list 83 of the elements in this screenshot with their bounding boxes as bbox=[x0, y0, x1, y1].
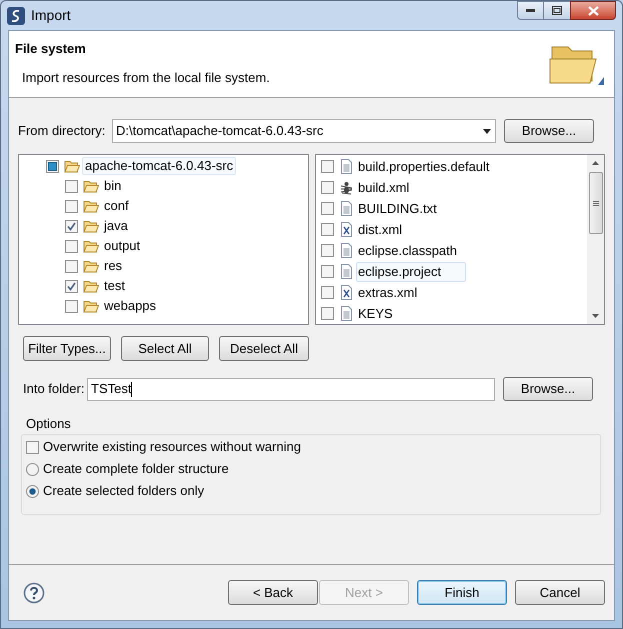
file-item[interactable]: dist.xml bbox=[356, 220, 404, 240]
maximize-icon bbox=[552, 6, 562, 15]
checkbox[interactable] bbox=[321, 244, 334, 257]
maximize-button[interactable] bbox=[544, 1, 570, 20]
action-button[interactable]: Filter Types... bbox=[23, 336, 111, 361]
checkbox[interactable] bbox=[65, 280, 78, 292]
document-icon bbox=[340, 264, 353, 279]
tree-item[interactable]: output bbox=[101, 237, 144, 255]
action-button[interactable]: Deselect All bbox=[219, 336, 309, 361]
dialog-button[interactable]: Cancel bbox=[515, 580, 605, 605]
scroll-up-icon[interactable] bbox=[592, 161, 599, 165]
file-item[interactable]: KEYS bbox=[356, 304, 394, 324]
window-title: Import bbox=[31, 6, 71, 25]
folder-icon bbox=[83, 180, 99, 192]
file-item[interactable]: build.properties.default bbox=[356, 156, 491, 176]
minimize-button[interactable] bbox=[517, 1, 544, 20]
option-label[interactable]: Create selected folders only bbox=[43, 481, 204, 501]
folder-icon bbox=[83, 300, 99, 312]
file-item[interactable]: eclipse.project bbox=[356, 262, 466, 282]
folder-icon bbox=[83, 260, 99, 272]
tree-item[interactable]: java bbox=[101, 217, 131, 235]
checkbox[interactable] bbox=[65, 180, 78, 192]
tree-item[interactable]: res bbox=[101, 257, 126, 275]
option-label[interactable]: Overwrite existing resources without warning bbox=[43, 437, 301, 457]
close-icon bbox=[588, 6, 598, 16]
checkbox[interactable] bbox=[65, 300, 78, 312]
checkbox[interactable] bbox=[65, 220, 78, 232]
browse-button[interactable]: Browse... bbox=[503, 377, 593, 401]
browse-button[interactable]: Browse... bbox=[504, 119, 594, 143]
tree-item[interactable]: test bbox=[101, 277, 128, 295]
help-icon[interactable] bbox=[23, 582, 45, 604]
field-label: Into folder: bbox=[22, 380, 86, 398]
tree-item[interactable]: bin bbox=[101, 177, 124, 195]
checkbox[interactable] bbox=[26, 440, 39, 454]
radio-button[interactable] bbox=[26, 484, 39, 498]
document-icon bbox=[340, 201, 353, 216]
folder-icon bbox=[64, 160, 80, 172]
folder-icon bbox=[83, 220, 99, 232]
checkbox[interactable] bbox=[321, 202, 334, 215]
radio-button[interactable] bbox=[26, 462, 39, 476]
checkbox[interactable] bbox=[46, 160, 59, 172]
checkbox[interactable] bbox=[321, 181, 334, 194]
xml-file-icon bbox=[340, 285, 353, 300]
file-item[interactable]: BUILDING.txt bbox=[356, 198, 438, 218]
document-icon bbox=[340, 243, 353, 258]
group-title: Options bbox=[25, 416, 71, 431]
scroll-down-icon[interactable] bbox=[592, 314, 599, 318]
folder-icon bbox=[83, 280, 99, 292]
minimize-icon bbox=[526, 9, 535, 12]
close-button[interactable] bbox=[570, 1, 616, 20]
folder-input[interactable]: TSTest bbox=[87, 378, 495, 400]
folder-icon bbox=[83, 200, 99, 212]
scroll-thumb[interactable] bbox=[588, 172, 602, 234]
checkbox[interactable] bbox=[65, 240, 78, 252]
checkbox[interactable] bbox=[321, 307, 334, 320]
dialog-button[interactable]: Finish bbox=[417, 580, 507, 605]
dropdown-icon bbox=[483, 128, 491, 134]
checkbox[interactable] bbox=[321, 265, 334, 278]
field-label: From directory: bbox=[18, 122, 106, 140]
checkbox[interactable] bbox=[321, 160, 334, 173]
page-title: File system bbox=[15, 40, 87, 58]
file-item[interactable]: extras.xml bbox=[356, 282, 418, 302]
file-item[interactable]: build.xml bbox=[356, 178, 410, 198]
checkbox[interactable] bbox=[65, 200, 78, 212]
bug-icon bbox=[340, 180, 353, 195]
xml-file-icon bbox=[340, 222, 353, 237]
scrollbar[interactable] bbox=[587, 155, 604, 324]
option-label[interactable]: Create complete folder structure bbox=[43, 459, 229, 479]
tree-item[interactable]: webapps bbox=[101, 297, 160, 315]
page-description: Import resources from the local file system. bbox=[22, 68, 270, 87]
checkbox[interactable] bbox=[321, 286, 334, 299]
app-icon bbox=[7, 6, 25, 24]
tree-item[interactable]: conf bbox=[101, 197, 132, 215]
document-icon bbox=[340, 306, 353, 321]
checkbox[interactable] bbox=[65, 260, 78, 272]
file-item[interactable]: eclipse.classpath bbox=[356, 240, 458, 260]
directory-combo[interactable]: D:\tomcat\apache-tomcat-6.0.43-src bbox=[112, 119, 496, 143]
action-button[interactable]: Select All bbox=[121, 336, 209, 361]
document-icon bbox=[340, 159, 353, 174]
checkbox[interactable] bbox=[321, 223, 334, 236]
dialog-button[interactable]: < Back bbox=[228, 580, 318, 605]
tree-item[interactable]: apache-tomcat-6.0.43-src bbox=[82, 157, 236, 175]
folder-icon bbox=[83, 240, 99, 252]
